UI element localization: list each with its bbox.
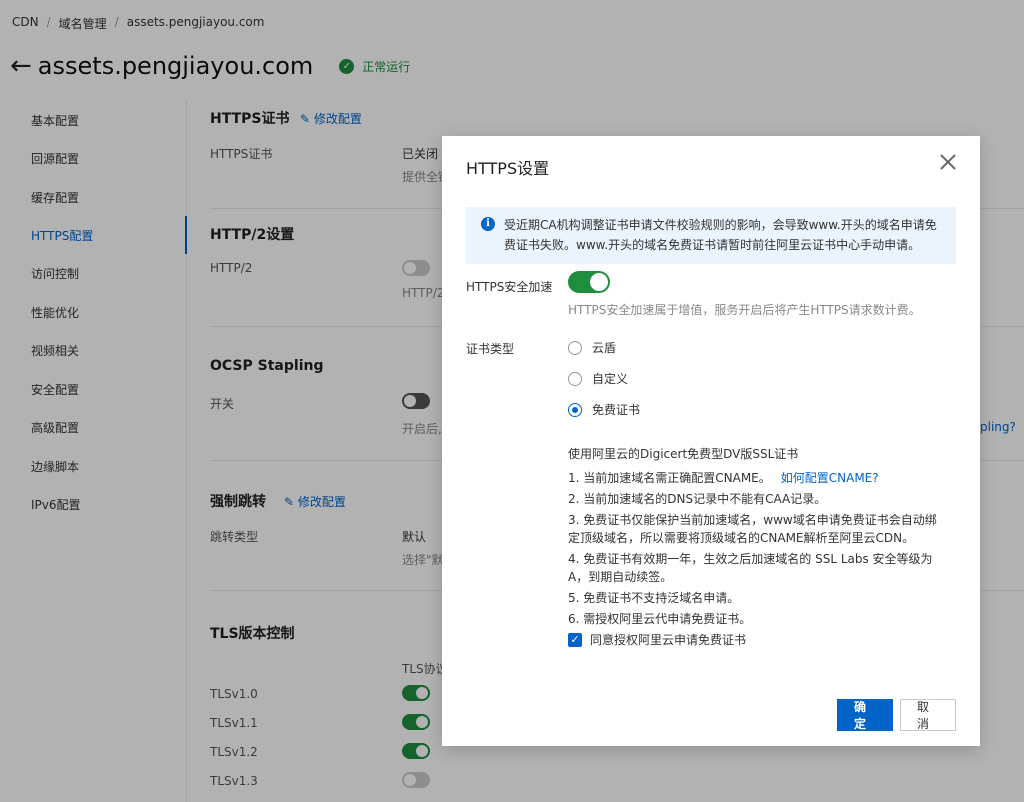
https-accel-desc: HTTPS安全加速属于增值，服务开启后将产生HTTPS请求数计费。	[568, 303, 921, 317]
cert-info-item: 6. 需授权阿里云代申请免费证书。	[568, 612, 752, 626]
radio-cert-custom[interactable]: 自定义	[568, 370, 628, 387]
https-accel-label: HTTPS安全加速	[466, 280, 553, 294]
cancel-button[interactable]: 取消	[900, 699, 956, 731]
radio-circle	[568, 402, 582, 417]
close-icon[interactable]	[938, 152, 958, 172]
radio-label: 免费证书	[592, 403, 641, 417]
notice-banner: i 受近期CA机构调整证书申请文件校验规则的影响，会导致www.开头的域名申请免…	[466, 207, 956, 264]
info-icon: i	[481, 217, 495, 231]
cname-help-link[interactable]: 如何配置CNAME?	[781, 471, 879, 485]
radio-circle	[568, 340, 582, 355]
radio-label: 自定义	[592, 372, 629, 386]
cert-type-label: 证书类型	[466, 342, 515, 356]
cert-info-text: 1. 当前加速域名需正确配置CNAME。	[568, 471, 771, 485]
radio-circle	[568, 371, 582, 386]
free-cert-info: 使用阿里云的Digicert免费型DV版SSL证书 1. 当前加速域名需正确配置…	[568, 445, 948, 631]
https-settings-dialog: HTTPS设置 i 受近期CA机构调整证书申请文件校验规则的影响，会导致www.…	[442, 136, 980, 746]
notice-text: 受近期CA机构调整证书申请文件校验规则的影响，会导致www.开头的域名申请免费证…	[504, 218, 937, 252]
cert-info-item: 4. 免费证书有效期一年，生效之后加速域名的 SSL Labs 安全等级为A，到…	[568, 552, 933, 584]
dialog-title: HTTPS设置	[466, 159, 550, 178]
agree-label: 同意授权阿里云申请免费证书	[590, 633, 747, 647]
cert-info-item: 2. 当前加速域名的DNS记录中不能有CAA记录。	[568, 492, 827, 506]
radio-cert-yundun[interactable]: 云盾	[568, 339, 616, 356]
checkmark-icon: ✓	[568, 632, 582, 647]
radio-cert-free[interactable]: 免费证书	[568, 401, 640, 418]
cert-info-item: 5. 免费证书不支持泛域名申请。	[568, 591, 740, 605]
cert-info-item: 1. 当前加速域名需正确配置CNAME。 如何配置CNAME?	[568, 469, 948, 487]
https-accel-toggle[interactable]	[568, 271, 610, 293]
agree-checkbox[interactable]: ✓ 同意授权阿里云申请免费证书	[568, 631, 746, 648]
confirm-button[interactable]: 确定	[837, 699, 893, 731]
radio-label: 云盾	[592, 341, 617, 355]
cert-info-heading: 使用阿里云的Digicert免费型DV版SSL证书	[568, 447, 799, 461]
cert-info-item: 3. 免费证书仅能保护当前加速域名，www域名申请免费证书会自动绑定顶级域名，所…	[568, 513, 937, 545]
